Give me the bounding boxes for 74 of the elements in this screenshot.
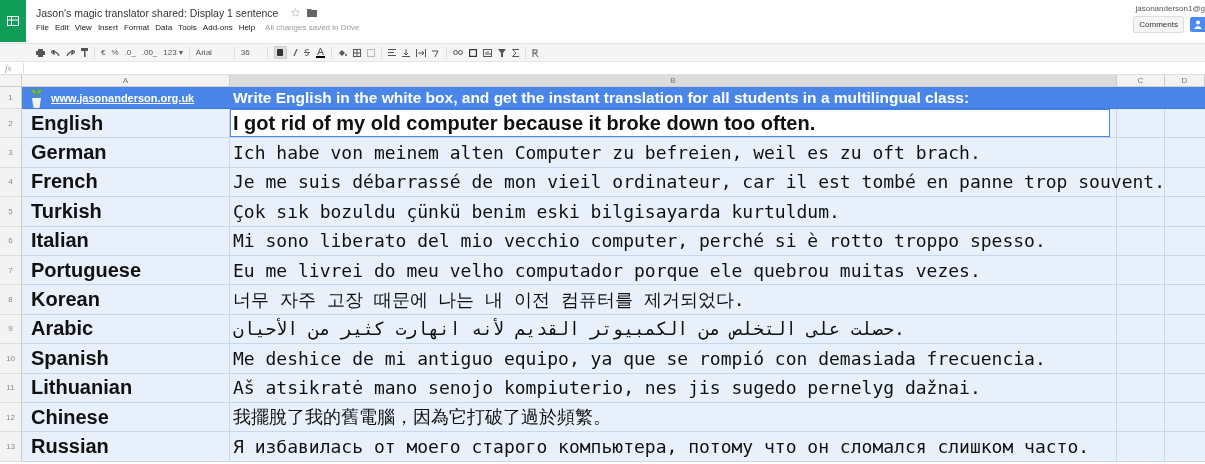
currency-format-button[interactable]: € bbox=[101, 48, 106, 57]
translation-text: 너무 자주 고장 때문에 나는 내 이전 컴퓨터를 제거되었다. bbox=[232, 287, 745, 312]
language-label: Lithuanian bbox=[31, 376, 133, 400]
language-label: Chinese bbox=[31, 405, 109, 429]
decrease-decimals-button[interactable]: .0_ bbox=[124, 48, 136, 57]
strikethrough-icon[interactable] bbox=[303, 49, 310, 56]
row-number[interactable]: 7 bbox=[0, 255, 22, 286]
translation-text: Çok sık bozuldu çünkü benim eski bilgisayarda kurtuldum. bbox=[232, 200, 840, 222]
sheets-logo-icon[interactable] bbox=[0, 0, 26, 42]
comments-button[interactable]: Comments bbox=[1133, 16, 1184, 33]
align-icon[interactable] bbox=[387, 49, 396, 56]
vertical-align-icon[interactable] bbox=[401, 48, 410, 57]
account-email: jasonanderson1@g bbox=[1135, 4, 1205, 13]
translation-text: Je me suis débarrassé de mon vieil ordinateur, car il est tombé en panne trop souvent. bbox=[232, 171, 1165, 193]
menu-item[interactable]: Insert bbox=[97, 23, 118, 32]
language-label: Italian bbox=[31, 229, 89, 253]
translation-text: Me deshice de mi antiguo equipo, ya que se rompió con demasiada frecuencia. bbox=[232, 347, 1046, 369]
instruction-text: Write English in the white box, and get the instant translation for all students in a multilingual class: bbox=[233, 88, 970, 107]
font-size-dropdown[interactable]: 36 bbox=[240, 48, 261, 57]
increase-decimals-button[interactable]: .00_ bbox=[141, 48, 158, 57]
language-label: English bbox=[31, 111, 104, 135]
column-header[interactable]: D bbox=[1165, 75, 1205, 87]
redo-icon[interactable] bbox=[66, 49, 75, 56]
translation-text: Aš atsikratė mano senojo kompiuterio, nes jis sugedo pernelyg dažnai. bbox=[232, 377, 981, 399]
save-status: All changes saved in Drive bbox=[265, 23, 360, 32]
star-icon[interactable] bbox=[291, 8, 301, 17]
paint-format-icon[interactable] bbox=[81, 48, 88, 57]
menu-item[interactable]: File bbox=[36, 23, 49, 32]
formula-label: fx bbox=[0, 63, 24, 73]
folder-icon[interactable] bbox=[307, 8, 318, 17]
translation-text: 我擺脫了我的舊電腦，因為它打破了過於頻繁。 bbox=[232, 405, 611, 430]
wrap-icon[interactable] bbox=[415, 48, 426, 57]
language-label: Korean bbox=[31, 288, 100, 312]
english-input-cell[interactable]: I got rid of my old computer because it broke down too often. bbox=[230, 109, 1110, 138]
language-label: Spanish bbox=[31, 346, 109, 370]
translation-text: حصلت على التخلص من الكمبيوتر القديم لأنه انهارت كثير من الأحيان. bbox=[232, 318, 905, 340]
share-button[interactable] bbox=[1190, 17, 1205, 32]
language-label: Russian bbox=[31, 435, 109, 458]
row-number[interactable]: 6 bbox=[0, 226, 22, 256]
menu-item[interactable]: Data bbox=[155, 23, 173, 32]
text-color-icon[interactable] bbox=[315, 47, 325, 58]
borders-icon[interactable] bbox=[352, 48, 361, 57]
chart-icon[interactable] bbox=[482, 48, 492, 57]
font-dropdown[interactable]: Arial bbox=[195, 48, 228, 57]
translation-text: Eu me livrei do meu velho computador porque ele quebrou muitas vezes. bbox=[232, 259, 981, 281]
translation-text: Mi sono liberato del mio vecchio computer, perché si è rotto troppo spesso. bbox=[232, 230, 1046, 252]
language-label: German bbox=[31, 141, 107, 165]
undo-icon[interactable] bbox=[51, 49, 60, 56]
document-title[interactable]: Jason's magic translator shared: Display 1 sentence bbox=[36, 6, 279, 19]
menu-item[interactable]: Help bbox=[238, 23, 256, 32]
filter-icon[interactable] bbox=[497, 48, 506, 57]
menu-item[interactable]: Edit bbox=[54, 23, 69, 32]
language-label: Portuguese bbox=[31, 258, 142, 282]
percent-format-button[interactable]: % bbox=[111, 48, 119, 57]
row-number[interactable]: 3 bbox=[0, 138, 22, 168]
link-icon[interactable] bbox=[452, 50, 463, 55]
row-number[interactable]: 9 bbox=[0, 314, 22, 345]
translation-text: Я избавилась от моего старого компьютера, потому что он сломался слишком часто. bbox=[232, 436, 1090, 457]
person-icon bbox=[1193, 20, 1202, 29]
column-header[interactable]: A bbox=[22, 75, 230, 87]
menu-item[interactable]: Add-ons bbox=[202, 23, 233, 32]
language-label: Arabic bbox=[31, 317, 94, 341]
language-label: French bbox=[31, 170, 98, 194]
more-formats-button[interactable]: 123 ▾ bbox=[163, 48, 183, 57]
italic-icon[interactable] bbox=[292, 49, 298, 56]
sum-icon[interactable] bbox=[511, 48, 519, 57]
menu-item[interactable]: Format bbox=[123, 23, 150, 32]
column-header[interactable]: C bbox=[1117, 75, 1165, 87]
translation-text: Ich habe von meinem alten Computer zu befreien, weil es zu oft brach. bbox=[232, 142, 981, 164]
language-label: Turkish bbox=[31, 199, 102, 223]
menu-item[interactable]: View bbox=[74, 23, 92, 32]
bold-button[interactable] bbox=[273, 46, 287, 59]
fill-color-icon[interactable] bbox=[337, 48, 347, 57]
menu-item[interactable]: Tools bbox=[178, 23, 197, 32]
